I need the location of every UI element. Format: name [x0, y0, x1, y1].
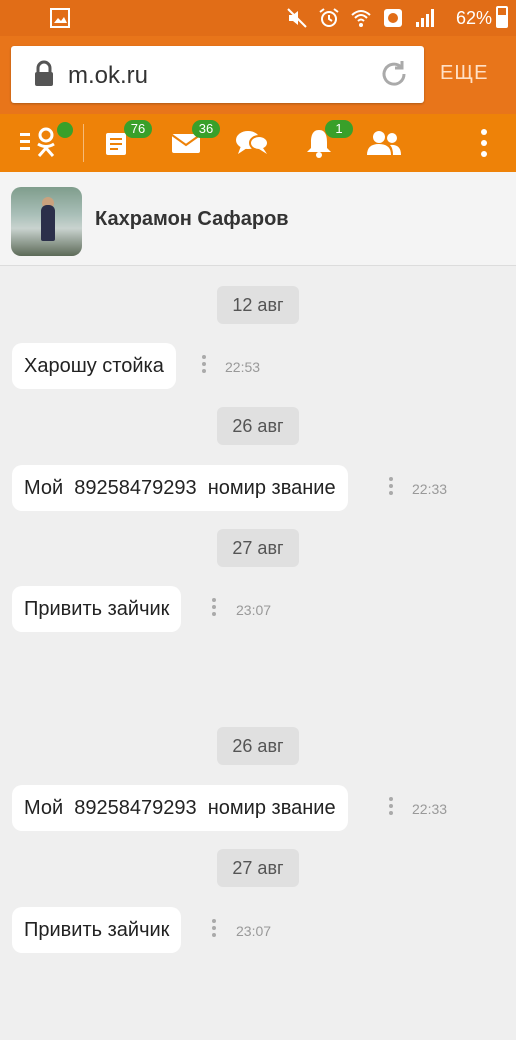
date-separator: 27 авг — [217, 849, 299, 887]
browser-toolbar: m.ok.ru ЕЩЕ — [0, 36, 516, 114]
message-menu-icon[interactable] — [211, 598, 217, 620]
discussions-button[interactable] — [224, 114, 280, 172]
message-time: 22:53 — [225, 359, 261, 375]
date-separator: 26 авг — [217, 727, 299, 765]
ok-nav-bar: 76 36 1 — [0, 114, 516, 172]
chat-area: 12 авг Харошу стойка 22:53 26 авг Мой 89… — [0, 266, 516, 1040]
mute-icon — [287, 8, 307, 28]
data-saver-icon — [384, 9, 402, 27]
message-menu-icon[interactable] — [388, 797, 394, 819]
message-time: 23:07 — [236, 923, 272, 939]
message-bubble[interactable]: Мой 89258479293 номир звание — [12, 465, 348, 511]
message-menu-icon[interactable] — [211, 919, 217, 941]
status-bar: 62% — [0, 0, 516, 36]
signal-icon — [416, 9, 434, 27]
more-button[interactable]: ЕЩЕ — [440, 62, 510, 92]
date-separator: 27 авг — [217, 529, 299, 567]
message-time: 23:07 — [236, 602, 272, 618]
alarm-icon — [319, 8, 339, 27]
message-bubble[interactable]: Привить зайчик — [12, 907, 182, 953]
wifi-icon — [351, 10, 371, 27]
url-field[interactable]: m.ok.ru — [11, 46, 424, 103]
chat-header: Кахрамон Сафаров — [0, 172, 516, 266]
feed-badge: 76 — [124, 120, 152, 138]
nav-divider — [83, 124, 84, 162]
message-bubble[interactable]: Привить зайчик — [12, 586, 182, 632]
friends-button[interactable] — [356, 114, 412, 172]
avatar[interactable] — [11, 187, 82, 256]
message-menu-icon[interactable] — [201, 355, 207, 377]
gallery-icon — [49, 7, 71, 34]
chat-bubbles-icon — [236, 131, 269, 154]
overflow-menu-button[interactable] — [456, 114, 512, 172]
date-separator: 12 авг — [217, 286, 299, 324]
online-dot — [57, 122, 73, 138]
message-menu-icon[interactable] — [388, 477, 394, 499]
message-time: 22:33 — [412, 801, 448, 817]
message-bubble[interactable]: Харошу стойка — [12, 343, 176, 389]
lock-icon — [33, 60, 55, 93]
messages-badge: 36 — [192, 120, 220, 138]
battery-icon — [496, 6, 508, 28]
status-icons — [286, 7, 436, 29]
people-icon — [367, 131, 401, 155]
date-separator: 26 авг — [217, 407, 299, 445]
contact-name[interactable]: Кахрамон Сафаров — [95, 208, 289, 231]
battery-percent: 62% — [455, 8, 492, 28]
url-text: m.ok.ru — [68, 62, 149, 89]
notifications-badge: 1 — [325, 120, 353, 138]
more-vertical-icon — [481, 129, 487, 157]
message-time: 22:33 — [412, 481, 448, 497]
reload-icon[interactable] — [378, 58, 410, 95]
message-bubble[interactable]: Мой 89258479293 номир звание — [12, 785, 348, 831]
